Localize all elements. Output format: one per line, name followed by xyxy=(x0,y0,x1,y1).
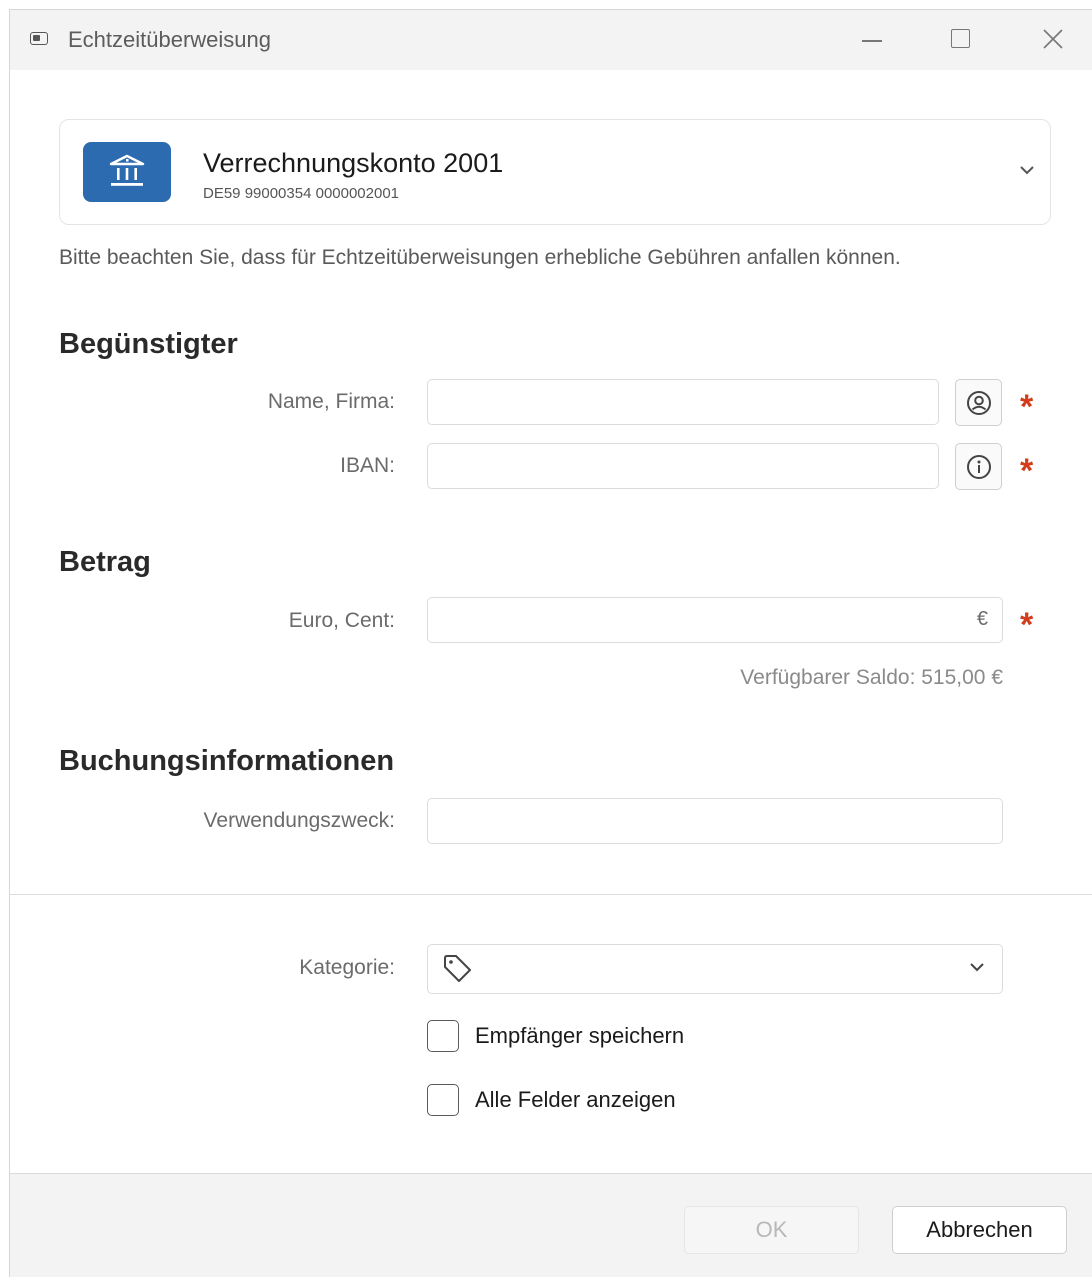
section-beneficiary: Begünstigter xyxy=(59,328,238,360)
show-all-fields-label: Alle Felder anzeigen xyxy=(475,1087,676,1112)
amount-label: Euro, Cent: xyxy=(288,609,395,632)
currency-symbol: € xyxy=(976,608,988,630)
ok-button[interactable]: OK xyxy=(684,1206,859,1254)
account-selector[interactable]: Verrechnungskonto 2001 DE59 99000354 000… xyxy=(59,119,1051,225)
account-iban: DE59 99000354 0000002001 xyxy=(203,185,400,202)
maximize-icon xyxy=(951,29,970,48)
name-label: Name, Firma: xyxy=(267,390,395,413)
chevron-down-icon xyxy=(970,963,984,972)
divider xyxy=(10,894,1092,895)
close-icon xyxy=(1043,29,1063,49)
bank-icon xyxy=(83,142,171,202)
category-select[interactable] xyxy=(427,944,1003,994)
amount-input[interactable]: € xyxy=(427,597,1003,643)
available-balance: Verfügbarer Saldo: 515,00 € xyxy=(740,666,1003,689)
iban-info-button[interactable] xyxy=(955,443,1002,490)
iban-input[interactable] xyxy=(427,443,939,489)
minimize-button[interactable] xyxy=(850,10,896,70)
required-marker: * xyxy=(1020,452,1034,490)
save-recipient-checkbox[interactable] xyxy=(427,1020,459,1052)
transfer-dialog: Echtzeitüberweisung Verrechnungskonto 20… xyxy=(9,9,1092,1277)
window-title: Echtzeitüberweisung xyxy=(68,27,272,52)
section-amount: Betrag xyxy=(59,546,151,578)
contact-icon xyxy=(967,391,991,415)
purpose-label: Verwendungszweck: xyxy=(203,809,395,832)
dialog-footer: OK Abbrechen xyxy=(10,1173,1092,1277)
required-marker: * xyxy=(1020,388,1034,426)
name-input[interactable] xyxy=(427,379,939,425)
close-button[interactable] xyxy=(1030,10,1076,70)
cancel-button[interactable]: Abbrechen xyxy=(892,1206,1067,1254)
minimize-icon xyxy=(862,40,882,42)
chevron-down-icon xyxy=(1020,166,1034,175)
fee-notice: Bitte beachten Sie, dass für Echtzeitübe… xyxy=(59,246,901,269)
show-all-fields-checkbox[interactable] xyxy=(427,1084,459,1116)
wallet-icon xyxy=(30,32,48,45)
category-label: Kategorie: xyxy=(299,956,395,979)
maximize-button[interactable] xyxy=(938,10,984,70)
purpose-input[interactable] xyxy=(427,798,1003,844)
contacts-button[interactable] xyxy=(955,379,1002,426)
section-booking-info: Buchungsinformationen xyxy=(59,745,395,777)
required-marker: * xyxy=(1020,606,1034,644)
iban-label: IBAN: xyxy=(340,454,395,477)
title-bar: Echtzeitüberweisung xyxy=(10,10,1092,70)
account-name: Verrechnungskonto 2001 xyxy=(203,148,504,178)
info-icon xyxy=(967,455,991,479)
save-recipient-label: Empfänger speichern xyxy=(475,1023,685,1048)
tag-icon xyxy=(444,955,471,982)
